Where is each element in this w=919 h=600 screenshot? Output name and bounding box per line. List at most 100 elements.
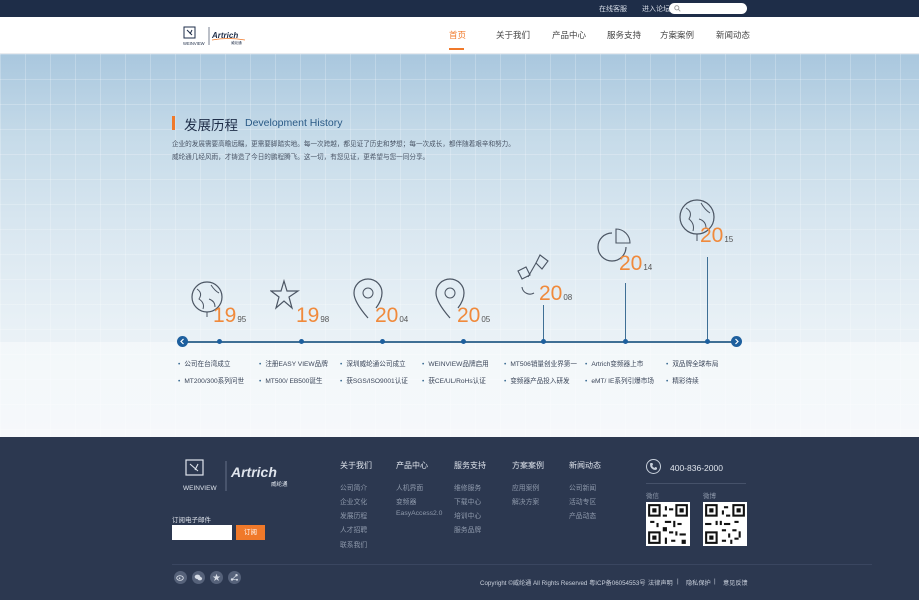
footer-logo-weinview: WEINVIEW [183, 485, 217, 492]
year-small: 95 [237, 315, 247, 324]
footer-link[interactable]: 人才招聘 [340, 524, 367, 534]
timeline-event: • eMT/ IE系列引爆市场 [585, 378, 654, 385]
weinview-artrich-logo[interactable]: WEINVIEW Artrich 威纶通 [183, 25, 253, 47]
star-icon[interactable] [210, 571, 223, 584]
share-icon[interactable] [228, 571, 241, 584]
phone-number: 400-836-2000 [670, 463, 723, 473]
nav-support[interactable]: 服务支持 [607, 29, 641, 41]
subscribe-button[interactable]: 订阅 [236, 525, 265, 540]
footer-link[interactable]: 公司新闻 [569, 482, 596, 492]
copyright-text: Copyright ©威纶通 All Rights Reserved 粤ICP备… [480, 580, 646, 587]
timeline-event: • WEINVIEW品牌启用 [422, 361, 489, 368]
footer-divider [646, 483, 746, 484]
footer-logo[interactable]: WEINVIEW Artrich 威纶通 [183, 458, 303, 492]
wechat-icon[interactable] [192, 571, 205, 584]
section-description: 企业的发展需要高瞻远瞩，更需要脚踏实地。每一次跨越，都见证了历史和梦想；每一次成… [172, 141, 515, 161]
milestone-year: 1995 [213, 305, 246, 326]
milestone-year: 2005 [457, 305, 490, 326]
chevron-left-icon [180, 338, 184, 345]
footer-logo-cn: 威纶通 [271, 480, 288, 488]
milestone-year: 2008 [539, 283, 572, 304]
footer-link[interactable]: 企业文化 [340, 496, 367, 506]
footer-link[interactable]: 公司简介 [340, 482, 367, 492]
milestone-year: 2015 [700, 225, 733, 246]
subscribe-email-input[interactable] [172, 525, 232, 540]
year-small: 04 [399, 315, 409, 324]
footer-link[interactable]: 培训中心 [454, 510, 481, 520]
nav-products[interactable]: 产品中心 [552, 29, 586, 41]
link-separator: | [677, 578, 679, 585]
footer-link[interactable]: 服务品牌 [454, 524, 481, 534]
chevron-right-icon [735, 338, 739, 345]
weibo-qr-code [703, 502, 747, 546]
milestone-year: 2004 [375, 305, 408, 326]
footer-link[interactable]: 产品动态 [569, 510, 596, 520]
nav-solutions[interactable]: 方案案例 [660, 29, 694, 41]
footer-link[interactable]: 人机界面 [396, 482, 423, 492]
main-header: WEINVIEW Artrich 威纶通 首页 关于我们 产品中心 服务支持 方… [0, 17, 919, 54]
footer-col-title[interactable]: 关于我们 [340, 460, 372, 471]
search-icon [674, 5, 681, 12]
footer-link[interactable]: 活动专区 [569, 496, 596, 506]
online-service-link[interactable]: 在线客服 [599, 4, 627, 14]
timeline-event: • Artrich变频器上市 [585, 361, 644, 368]
timeline-prev-button[interactable] [177, 336, 188, 347]
timeline-event: • 获SGS/ISO9001认证 [340, 378, 408, 385]
year-big: 20 [457, 304, 481, 327]
forum-link[interactable]: 进入论坛 [642, 4, 670, 14]
footer-col-title[interactable]: 新闻动态 [569, 460, 601, 471]
year-big: 20 [539, 282, 563, 305]
year-big: 20 [619, 252, 643, 275]
footer-link[interactable]: 变频器 [396, 496, 416, 506]
milestone-year: 1998 [296, 305, 329, 326]
timeline-event: • 公司在台湾成立 [178, 361, 231, 368]
timeline-event: • 变频器产品投入研发 [504, 378, 570, 385]
weibo-icon[interactable] [174, 571, 187, 584]
light-band [0, 342, 919, 437]
year-small: 08 [563, 293, 573, 302]
year-small: 98 [320, 315, 330, 324]
footer-link[interactable]: 维修服务 [454, 482, 481, 492]
year-small: 14 [643, 263, 653, 272]
footer-link[interactable]: 联系我们 [340, 539, 367, 549]
timeline-dot [299, 339, 304, 344]
timeline-event: • MT500/ EB500诞生 [259, 378, 323, 385]
footer-col-title[interactable]: 产品中心 [396, 460, 428, 471]
footer-link[interactable]: 发展历程 [340, 510, 367, 520]
search-input[interactable] [683, 3, 743, 14]
year-small: 15 [724, 235, 734, 244]
footer-link[interactable]: 应用案例 [512, 482, 539, 492]
logo-cn-text: 威纶通 [231, 40, 242, 45]
milestone-year: 2014 [619, 253, 652, 274]
legal-link[interactable]: 法律声明 [648, 578, 673, 587]
footer-col-title[interactable]: 服务支持 [454, 460, 486, 471]
nav-about[interactable]: 关于我们 [496, 29, 530, 41]
footer-col-title[interactable]: 方案案例 [512, 460, 544, 471]
timeline-event: • 获CE/UL/RoHs认证 [422, 378, 486, 385]
timeline-event: • 双品牌全球布局 [666, 361, 719, 368]
phone-icon [646, 459, 661, 474]
timeline-stem [625, 283, 626, 341]
nav-news[interactable]: 新闻动态 [716, 29, 750, 41]
year-big: 20 [700, 224, 724, 247]
subscribe-label: 订阅电子邮件 [172, 517, 211, 524]
section-accent-bar [172, 116, 175, 130]
timeline-event: • MT506销量创业界第一 [504, 361, 577, 368]
search-box[interactable] [669, 3, 747, 14]
year-big: 19 [296, 304, 320, 327]
timeline-event: • 注册EASY VIEW品牌 [259, 361, 328, 368]
privacy-link[interactable]: 隐私保护 [686, 578, 711, 587]
timeline-dot [461, 339, 466, 344]
timeline-dot [705, 339, 710, 344]
timeline-stem [543, 305, 544, 341]
qr-weibo-label: 微博 [703, 493, 716, 500]
footer-link[interactable]: 解决方案 [512, 496, 539, 506]
timeline-dot [541, 339, 546, 344]
feedback-link[interactable]: 意见反馈 [723, 578, 748, 587]
nav-home[interactable]: 首页 [449, 29, 466, 41]
timeline-next-button[interactable] [731, 336, 742, 347]
footer-link[interactable]: EasyAccess2.0 [396, 510, 442, 517]
link-separator: | [714, 578, 716, 585]
footer-link[interactable]: 下载中心 [454, 496, 481, 506]
footer-rule [172, 564, 872, 565]
